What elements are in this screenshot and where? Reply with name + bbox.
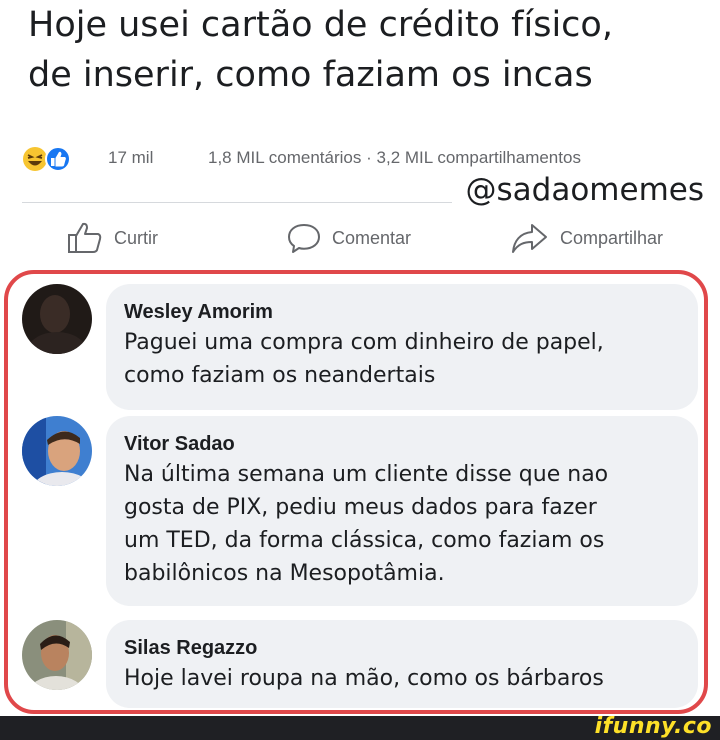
avatar[interactable] [22, 284, 92, 354]
comment-line: Hoje lavei roupa na mão, como os bárbaro… [124, 666, 604, 691]
post-text-line: Hoje usei cartão de crédito físico, [28, 5, 613, 45]
shares-count[interactable]: 3,2 MIL compartilhamentos [377, 148, 581, 167]
watermark-handle: @sadaomemes [465, 172, 704, 208]
comment-bubble: Wesley Amorim Paguei uma compra com dinh… [106, 284, 698, 410]
comment-author[interactable]: Silas Regazzo [124, 634, 680, 662]
ifunny-logo: ifunny.co [594, 714, 712, 739]
reaction-count[interactable]: 17 mil [108, 148, 153, 168]
comment-bubble: Silas Regazzo Hoje lavei roupa na mão, c… [106, 620, 698, 708]
comment-button[interactable]: Comentar [286, 218, 411, 258]
comment-line: um TED, da forma clássica, como faziam o… [124, 528, 605, 553]
comment-label: Comentar [332, 227, 412, 248]
comment-line: babilônicos na Mesopotâmia. [124, 561, 445, 586]
reactions-summary: 17 mil 1,8 MIL comentários · 3,2 MIL com… [22, 144, 712, 174]
thumbs-up-icon [68, 222, 102, 253]
like-icon [45, 146, 71, 172]
avatar[interactable] [22, 620, 92, 690]
comments-count[interactable]: 1,8 MIL comentários [208, 148, 361, 167]
post-text: Hoje usei cartão de crédito físico, de i… [28, 0, 708, 100]
like-button[interactable]: Curtir [66, 218, 158, 258]
action-bar: Curtir Comentar Compartilhar [0, 218, 720, 258]
comment-bubble: Vitor Sadao Na última semana um cliente … [106, 416, 698, 606]
comment-author[interactable]: Vitor Sadao [124, 430, 680, 458]
share-button[interactable]: Compartilhar [510, 218, 663, 258]
haha-emoji-icon [23, 147, 47, 171]
comment-line: gosta de PIX, pediu meus dados para faze… [124, 495, 597, 520]
comment-line: Na última semana um cliente disse que na… [124, 462, 609, 487]
comment-text: Na última semana um cliente disse que na… [124, 458, 680, 590]
reaction-icons[interactable] [22, 146, 82, 172]
stats-separator: · [366, 148, 372, 167]
share-label: Compartilhar [560, 227, 664, 248]
post-text-line: de inserir, como faziam os incas [28, 55, 593, 95]
comment-text: Hoje lavei roupa na mão, como os bárbaro… [124, 662, 680, 695]
comment-line: Paguei uma compra com dinheiro de papel, [124, 330, 604, 355]
share-arrow-icon [512, 224, 547, 253]
like-label: Curtir [114, 227, 158, 248]
post-stats[interactable]: 1,8 MIL comentários · 3,2 MIL compartilh… [208, 148, 581, 168]
footer-bar: ifunny.co [0, 714, 720, 740]
avatar[interactable] [22, 416, 92, 486]
comment-author[interactable]: Wesley Amorim [124, 298, 680, 326]
comment-icon [288, 224, 320, 253]
divider [22, 202, 452, 203]
comment-text: Paguei uma compra com dinheiro de papel,… [124, 326, 680, 392]
comment-line: como faziam os neandertais [124, 363, 436, 388]
